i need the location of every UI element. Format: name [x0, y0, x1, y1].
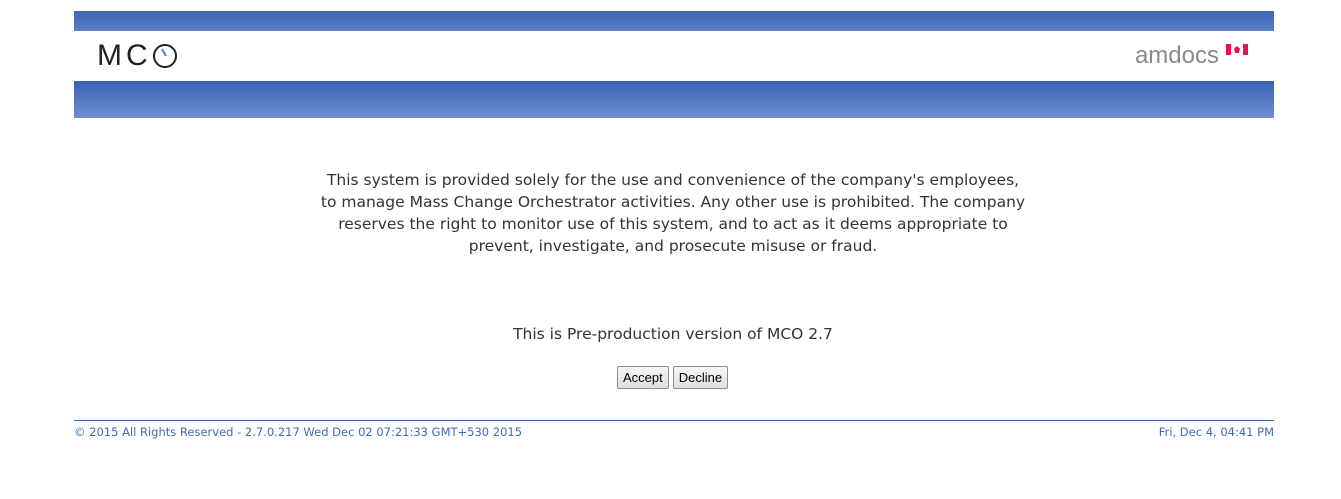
canada-flag-icon	[1226, 44, 1248, 55]
header-logo-strip: MC amdocs	[74, 31, 1274, 81]
action-buttons: Accept Decline	[617, 366, 729, 389]
footer-datetime: Fri, Dec 4, 04:41 PM	[1158, 425, 1274, 439]
disclaimer-text: This system is provided solely for the u…	[320, 171, 1026, 255]
amdocs-logo: amdocs	[1135, 42, 1248, 70]
footer-copyright: © 2015 All Rights Reserved - 2.7.0.217 W…	[74, 425, 523, 439]
clock-o-icon	[152, 44, 177, 68]
header-bottom-bar	[74, 81, 1274, 118]
header-top-bar	[74, 11, 1274, 31]
version-notice: This is Pre-production version of MCO 2.…	[513, 325, 833, 343]
page-footer: © 2015 All Rights Reserved - 2.7.0.217 W…	[74, 420, 1274, 439]
amdocs-logo-text: amdocs	[1134, 42, 1219, 69]
mco-logo: MC	[97, 41, 177, 71]
accept-button[interactable]: Accept	[617, 366, 669, 389]
page-header: MC amdocs	[74, 11, 1274, 118]
mco-logo-text: MC	[97, 39, 152, 72]
decline-button[interactable]: Decline	[672, 366, 729, 389]
